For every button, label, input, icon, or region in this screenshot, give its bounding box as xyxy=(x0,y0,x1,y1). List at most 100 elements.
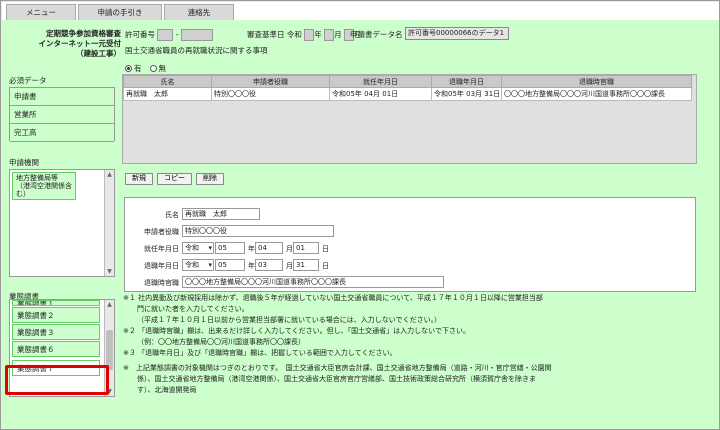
note-line: ※１ 社内異動及び新規採用は除かず、退職後５年が経過していない国土交通省職員につ… xyxy=(123,294,543,302)
app-title-line: 定期競争参加資格審査 xyxy=(46,29,121,38)
survey-list: 業態調書１ 業態調書２ 業態調書３ 業態調書６ 業態調書７ ▲ ▼ xyxy=(9,299,115,397)
agency-list: 地方整備局等 （港湾空港関係含む） ▲ ▼ xyxy=(9,169,115,277)
app-title-line: インターネット一元受付 xyxy=(38,39,122,48)
survey-item-1[interactable]: 業態調書１ xyxy=(12,300,100,306)
name-input[interactable]: 再就職 太郎 xyxy=(182,208,260,220)
note-line: （例：〇〇地方整備局〇〇河川国道事務所〇〇課長） xyxy=(137,338,305,346)
table-cell[interactable]: 再就職 太郎 xyxy=(123,87,212,101)
radio-yes-indicator[interactable] xyxy=(125,65,132,72)
radio-no-label: 無 xyxy=(158,64,167,73)
reemployment-table: 氏名 申請者役職 就任年月日 退職年月日 退職時官職 再就職 太郎 特別〇〇〇役… xyxy=(122,74,697,164)
end-year-input[interactable]: 05 xyxy=(215,259,245,271)
end-month-input[interactable]: 03 xyxy=(255,259,283,271)
nav-item-offices[interactable]: 営業所 xyxy=(10,106,114,124)
app-title-line: （建設工事） xyxy=(76,49,121,58)
app-frame: メニュー 申請の手引き 連絡先 定期競争参加資格審査 インターネット一元受付 （… xyxy=(0,0,720,430)
required-data-list: 申請書 営業所 完工高 xyxy=(9,87,115,142)
survey-item-3[interactable]: 業態調書３ xyxy=(12,324,100,340)
start-day-input[interactable]: 01 xyxy=(293,242,319,254)
column-header: 退職時官職 xyxy=(501,75,692,88)
scroll-thumb[interactable] xyxy=(106,330,113,370)
table-cell[interactable]: 令和05年 04月 01日 xyxy=(329,87,432,101)
agency-item[interactable]: 地方整備局等 （港湾空港関係含む） xyxy=(12,172,76,200)
top-tab-bar: メニュー 申請の手引き 連絡先 xyxy=(2,2,719,20)
table-cell[interactable]: 令和05年 03月 31日 xyxy=(431,87,502,101)
survey-item-6[interactable]: 業態調書６ xyxy=(12,341,100,357)
agency-label: 申請機関 xyxy=(9,158,39,167)
agency-scrollbar[interactable]: ▲ ▼ xyxy=(104,170,114,276)
permit-number-field xyxy=(180,29,213,41)
permit-number: 許可番号 - xyxy=(125,29,213,41)
table-row[interactable]: 再就職 太郎 特別〇〇〇役 令和05年 04月 01日 令和05年 03月 31… xyxy=(123,87,692,101)
end-day-input[interactable]: 31 xyxy=(293,259,319,271)
app-title: 定期競争参加資格審査 インターネット一元受付 （建設工事） xyxy=(21,29,122,59)
data-name-field: 許可番号00000066のデータ1 xyxy=(405,27,509,40)
tab-contact[interactable]: 連絡先 xyxy=(164,4,234,20)
table-header-row: 氏名 申請者役職 就任年月日 退職年月日 退職時官職 xyxy=(123,75,692,88)
end-date-label: 退職年月日 xyxy=(144,262,179,270)
tab-menu[interactable]: メニュー xyxy=(6,4,76,20)
agency-item-text: 地方整備局等 （港湾空港関係含む） xyxy=(16,174,72,198)
year-unit: 年 xyxy=(314,30,322,39)
column-header: 就任年月日 xyxy=(329,75,432,88)
column-header: 氏名 xyxy=(123,75,212,88)
audit-month-field xyxy=(324,29,335,41)
table-cell[interactable]: 特別〇〇〇役 xyxy=(211,87,330,101)
start-date-label: 就任年月日 xyxy=(144,245,179,253)
note-line: （平成１７年１０月１日以前から営業担当部署に就いている場合には、入力しないでくだ… xyxy=(137,316,442,324)
copy-button[interactable]: コピー xyxy=(157,173,192,185)
start-month-input[interactable]: 04 xyxy=(255,242,283,254)
scroll-up-icon[interactable]: ▲ xyxy=(105,170,114,179)
name-label: 氏名 xyxy=(165,211,179,219)
note-line: 門に就いた者を入力してください。 xyxy=(137,305,249,313)
permit-code-field xyxy=(157,29,174,41)
scroll-down-icon[interactable]: ▼ xyxy=(105,267,114,276)
audit-era: 令和 xyxy=(286,30,302,39)
table-cell[interactable]: 〇〇〇地方整備局〇〇〇河川国道事務所〇〇〇課長 xyxy=(501,87,692,101)
survey-item-2[interactable]: 業態調書２ xyxy=(12,307,100,323)
delete-button[interactable]: 削除 xyxy=(196,173,224,185)
audit-date-label: 審査基準日 xyxy=(247,30,285,39)
scroll-up-icon[interactable]: ▲ xyxy=(105,300,114,309)
notes: ※１ 社内異動及び新規採用は除かず、退職後５年が経過していない国土交通省職員につ… xyxy=(123,293,713,396)
edit-panel: 氏名 再就職 太郎 申請者役職 特別〇〇〇役 就任年月日 令和 05 年 04 … xyxy=(124,197,696,292)
column-header: 退職年月日 xyxy=(431,75,502,88)
permit-label: 許可番号 xyxy=(125,30,155,39)
month-unit: 月 xyxy=(286,245,293,253)
audit-date: 審査基準日 令和 年 月 日 xyxy=(247,29,362,41)
note-line: ※ 上記業態調書の対象機関はつぎのとおりです。 国土交通省大臣官房会計課、国土交… xyxy=(123,364,552,372)
start-year-input[interactable]: 05 xyxy=(215,242,245,254)
nav-item-completed-work[interactable]: 完工高 xyxy=(10,124,114,142)
radio-no[interactable]: 無 xyxy=(149,63,167,74)
required-data-label: 必須データ xyxy=(9,76,47,85)
survey-item-7[interactable]: 業態調書７ xyxy=(12,360,100,376)
new-button[interactable]: 新規 xyxy=(125,173,153,185)
tab-guide[interactable]: 申請の手引き xyxy=(78,4,162,20)
section-heading: 国土交通省職員の再就職状況に関する事項 xyxy=(125,46,268,55)
note-line: 係）、国土交通省地方整備局（港湾空港関係）、国土交通省大臣官房官庁営繕部、国土技… xyxy=(137,375,536,383)
position-label: 申請者役職 xyxy=(144,228,179,236)
data-name-label: 申請書データ名 xyxy=(350,30,403,39)
radio-yes-label: 有 xyxy=(134,64,142,73)
year-unit: 年 xyxy=(248,262,255,270)
position-input[interactable]: 特別〇〇〇役 xyxy=(182,225,334,237)
month-unit: 月 xyxy=(334,30,342,39)
day-unit: 日 xyxy=(322,245,329,253)
reemployment-grid: 氏名 申請者役職 就任年月日 退職年月日 退職時官職 再就職 太郎 特別〇〇〇役… xyxy=(123,75,692,101)
post-label: 退職時官職 xyxy=(144,279,179,287)
day-unit: 日 xyxy=(322,262,329,270)
start-era-select[interactable]: 令和 xyxy=(182,242,214,254)
audit-year-field xyxy=(304,29,315,41)
end-era-select[interactable]: 令和 xyxy=(182,259,214,271)
note-line: ※２ 「退職時官職」欄は、出来るだけ詳しく入力してください。但し、「国土交通省」… xyxy=(123,327,470,335)
note-line: す）、北海道開発局 xyxy=(137,386,197,394)
radio-yes[interactable]: 有 xyxy=(125,63,142,74)
nav-item-application[interactable]: 申請書 xyxy=(10,88,114,106)
radio-no-indicator[interactable] xyxy=(149,65,157,72)
note-line: ※３ 「退職年月日」及び「退職時官職」欄は、把握している範囲で入力してください。 xyxy=(123,349,397,357)
scroll-down-icon[interactable]: ▼ xyxy=(105,387,114,396)
survey-scrollbar[interactable]: ▲ ▼ xyxy=(104,300,114,396)
column-header: 申請者役職 xyxy=(211,75,330,88)
post-input[interactable]: 〇〇〇地方整備局〇〇〇河川国道事務所〇〇〇課長 xyxy=(182,276,444,288)
year-unit: 年 xyxy=(248,245,255,253)
